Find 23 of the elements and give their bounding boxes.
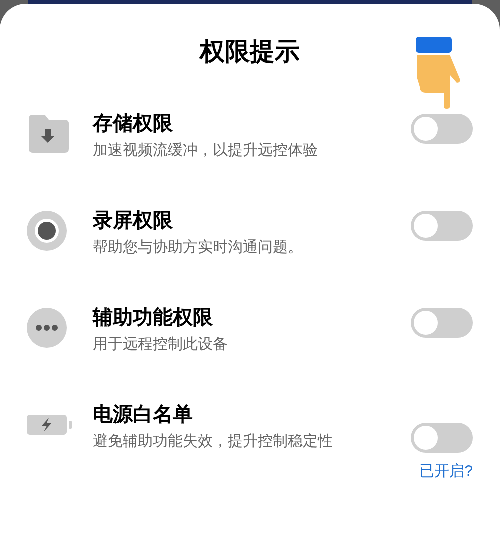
permission-title: 录屏权限	[93, 209, 174, 234]
permission-description: 用于远程控制此设备	[93, 335, 229, 355]
more-icon	[27, 308, 67, 348]
toggle-knob	[414, 214, 438, 238]
folder-download-icon	[27, 115, 69, 153]
permission-title: 电源白名单	[93, 403, 194, 428]
dialog-title: 权限提示	[200, 37, 300, 68]
toggle-switch[interactable]	[411, 211, 473, 241]
toggle-switch[interactable]	[411, 423, 473, 453]
permission-title: 存储权限	[93, 112, 174, 137]
toggle-knob	[414, 117, 438, 141]
permission-title: 辅助功能权限	[93, 306, 214, 331]
permission-description: 避免辅助功能失效，提升控制稳定性	[93, 432, 334, 452]
enabled-link[interactable]: 已开启?	[420, 461, 473, 484]
toggle-switch[interactable]	[411, 114, 473, 144]
pointing-hand-icon	[414, 37, 462, 109]
toggle-switch[interactable]	[411, 308, 473, 338]
toggle-knob	[414, 311, 438, 335]
battery-charging-icon	[27, 415, 72, 435]
permission-description: 帮助您与协助方实时沟通问题。	[93, 238, 304, 258]
toggle-knob	[414, 426, 438, 450]
permission-description: 加速视频流缓冲，以提升远控体验	[93, 141, 319, 161]
record-icon	[27, 211, 67, 251]
